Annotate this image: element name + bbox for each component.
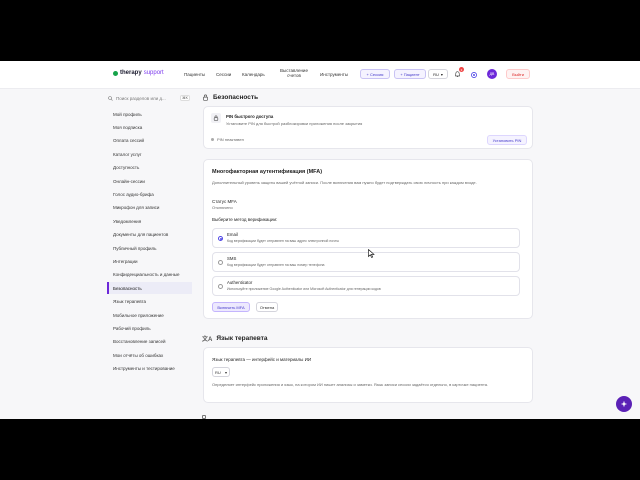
search-icon — [108, 95, 113, 102]
radio-sms[interactable] — [218, 260, 223, 265]
mfa-status-label: Статус MFA — [212, 199, 237, 204]
new-patient-button[interactable]: + Пациент — [394, 69, 426, 79]
status-dot-icon — [211, 138, 214, 141]
radio-authenticator[interactable] — [218, 284, 223, 289]
mfa-method-label: Выберите метод верификации: — [212, 217, 278, 222]
therapist-language-select[interactable]: RU ▾ — [212, 367, 230, 377]
app-viewport: therapy support Пациенты Сессии Календар… — [0, 61, 640, 419]
pin-title: PIN быстрого доступа — [226, 114, 274, 119]
sparkle-icon — [620, 400, 628, 408]
mfa-option-email[interactable]: Email Код верификации будет отправлен на… — [212, 228, 520, 248]
sidebar-item[interactable]: Инструменты и тестирование — [107, 363, 192, 375]
mfa-title: Многофакторная аутентификация (MFA) — [212, 169, 323, 175]
nav-calendar[interactable]: Календарь — [242, 72, 265, 77]
language-select[interactable]: RU ▾ — [428, 69, 448, 79]
search-input[interactable]: Поиск разделов или д... — [116, 96, 166, 101]
sidebar-item[interactable]: Мобильное приложение — [107, 309, 192, 321]
nav-sessions[interactable]: Сессии — [216, 72, 231, 77]
mouse-cursor-icon — [368, 249, 375, 258]
next-section-title-peek — [202, 415, 206, 419]
therapist-language-value: RU — [215, 369, 221, 375]
new-session-button[interactable]: + Сессия — [360, 69, 390, 79]
sidebar-item[interactable]: Онлайн-сессии — [107, 175, 192, 187]
mfa-option-authenticator[interactable]: Authenticator Используйте приложение Goo… — [212, 276, 520, 296]
sidebar-item[interactable]: Моя подписка — [107, 121, 192, 133]
sidebar-item[interactable]: Оплата сессий — [107, 135, 192, 147]
sidebar-item[interactable]: Голос аудио-брифа — [107, 188, 192, 200]
nav-patients[interactable]: Пациенты — [184, 72, 205, 77]
logout-button[interactable]: Выйти — [506, 69, 530, 79]
sidebar-item[interactable]: Уведомления — [107, 215, 192, 227]
security-section-title: Безопасность — [202, 94, 258, 101]
logo-suffix: support — [143, 70, 164, 76]
security-title-text: Безопасность — [213, 94, 259, 101]
nav-tools[interactable]: Инструменты — [320, 72, 348, 77]
sidebar-item[interactable]: Микрофон для записи — [107, 202, 192, 214]
lock-icon — [203, 94, 208, 101]
pin-description: Установите PIN для быстрой разблокировки… — [226, 121, 363, 126]
language-value: RU — [433, 71, 439, 77]
sidebar-item[interactable]: Каталог услуг — [107, 148, 192, 160]
pin-status: PIN неактивен — [211, 137, 244, 142]
chevron-down-icon: ▾ — [224, 369, 227, 375]
settings-gear-icon[interactable] — [469, 70, 478, 79]
sidebar-item[interactable]: Публичный профиль — [107, 242, 192, 254]
search-shortcut: ⌘K — [180, 95, 190, 101]
logo-mark-icon — [113, 70, 118, 76]
option-desc: Используйте приложение Google Authentica… — [227, 287, 381, 291]
sidebar-item[interactable]: Конфиденциальность и данные — [107, 269, 192, 281]
assistant-fab[interactable] — [616, 396, 632, 412]
option-title: SMS — [227, 256, 237, 261]
sidebar-item[interactable]: Рабочий профиль — [107, 322, 192, 334]
sidebar-item[interactable]: Безопасность — [107, 282, 192, 295]
pin-lock-icon — [211, 113, 221, 123]
enable-mfa-button[interactable]: Включить MFA — [212, 302, 250, 312]
user-avatar[interactable]: ДВ — [487, 69, 497, 79]
sidebar-item[interactable]: Интеграции — [107, 255, 192, 267]
pin-card: PIN быстрого доступа Установите PIN для … — [203, 106, 533, 149]
therapist-language-description: Определяет интерфейс приложения и язык, … — [212, 382, 489, 387]
sidebar-item[interactable]: Доступность — [107, 162, 192, 174]
cancel-mfa-button[interactable]: Отмена — [256, 302, 278, 312]
logo-main: therapy — [120, 70, 142, 76]
translate-icon: 文A — [202, 337, 213, 343]
chevron-down-icon: ▾ — [440, 71, 443, 77]
option-title: Email — [227, 232, 238, 237]
sidebar-item[interactable]: Язык терапевта — [107, 296, 192, 308]
option-desc: Код верификации будет отправлен на ваш н… — [227, 263, 325, 267]
pin-status-text: PIN неактивен — [217, 137, 244, 142]
therapist-language-label: Язык терапевта — интерфейс и материалы И… — [212, 357, 312, 362]
mfa-status-value: Отключено — [212, 205, 233, 210]
mfa-description: Дополнительный уровень защиты вашей учёт… — [212, 180, 477, 185]
phone-icon — [202, 415, 206, 419]
notification-badge: 3 — [459, 67, 464, 72]
therapist-language-title-text: Язык терапевта — [216, 335, 268, 342]
sidebar-item[interactable]: Мой профиль — [107, 108, 192, 120]
option-desc: Код верификации будет отправлен на ваш а… — [227, 239, 340, 243]
app-logo[interactable]: therapy support — [113, 70, 164, 76]
option-title: Authenticator — [227, 280, 253, 285]
sidebar-search[interactable]: Поиск разделов или д... ⌘K — [108, 93, 190, 104]
nav-billing[interactable]: Выставление счетов — [278, 68, 310, 78]
set-pin-button[interactable]: Установить PIN — [487, 135, 527, 145]
sidebar-item[interactable]: Документы для пациентов — [107, 229, 192, 241]
therapist-language-section-title: 文A Язык терапевта — [202, 334, 268, 343]
top-header: therapy support Пациенты Сессии Календар… — [0, 61, 640, 89]
mfa-option-sms[interactable]: SMS Код верификации будет отправлен на в… — [212, 252, 520, 272]
therapist-language-card: Язык терапевта — интерфейс и материалы И… — [203, 347, 533, 403]
mfa-card: Многофакторная аутентификация (MFA) Допо… — [203, 159, 533, 319]
sidebar-item[interactable]: Восстановление записей — [107, 336, 192, 348]
radio-email[interactable] — [218, 236, 223, 241]
sidebar-item[interactable]: Мои отчёты об ошибках — [107, 349, 192, 361]
